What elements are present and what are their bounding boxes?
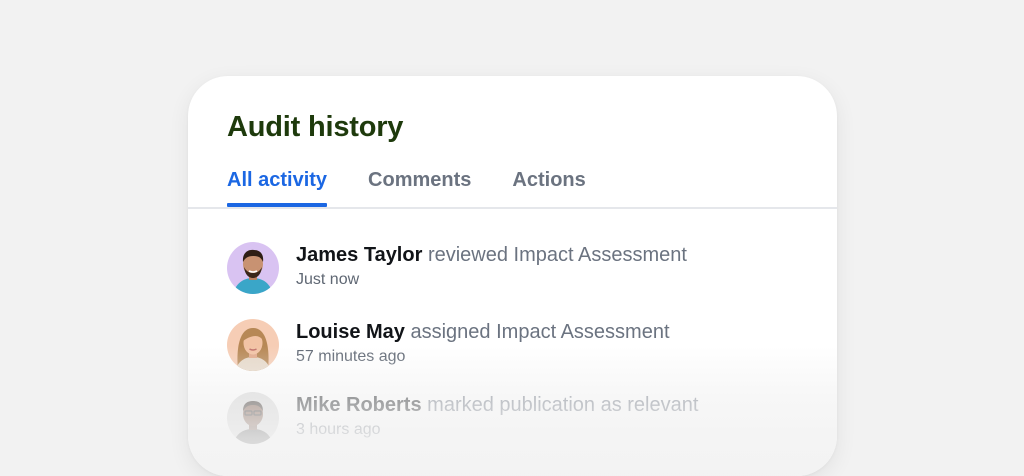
tab-all-activity[interactable]: All activity	[227, 166, 328, 208]
activity-action: reviewed Impact Assessment	[427, 244, 687, 266]
activity-text: Mike Roberts marked publication as relev…	[296, 392, 698, 441]
avatar[interactable]	[227, 242, 279, 294]
activity-text: James Taylor reviewed Impact Assessment …	[296, 242, 687, 291]
actor-name[interactable]: Louise May	[296, 321, 405, 343]
activity-timestamp: Just now	[296, 271, 360, 288]
activity-item: Mike Roberts marked publication as relev…	[227, 392, 827, 446]
activity-timestamp: 57 minutes ago	[296, 348, 406, 365]
activity-action: marked publication as relevant	[427, 394, 699, 416]
actor-name[interactable]: James Taylor	[296, 244, 422, 266]
avatar[interactable]	[227, 392, 279, 444]
activity-timestamp: 3 hours ago	[296, 421, 381, 438]
activity-item: James Taylor reviewed Impact Assessment …	[227, 242, 827, 296]
activity-action: assigned Impact Assessment	[410, 321, 670, 343]
audit-history-card: Audit history All activity Comments Acti…	[188, 76, 837, 476]
avatar-louise-may-icon	[227, 319, 279, 371]
activity-item: Louise May assigned Impact Assessment 57…	[227, 319, 827, 373]
avatar-mike-roberts-icon	[227, 392, 279, 444]
avatar[interactable]	[227, 319, 279, 371]
tab-comments[interactable]: Comments	[368, 166, 471, 208]
tab-bar: All activity Comments Actions	[227, 166, 627, 208]
activity-text: Louise May assigned Impact Assessment 57…	[296, 319, 670, 368]
avatar-james-taylor-icon	[227, 242, 279, 294]
tab-divider	[188, 207, 837, 209]
card-title: Audit history	[227, 111, 404, 143]
tab-actions[interactable]: Actions	[512, 166, 585, 208]
actor-name[interactable]: Mike Roberts	[296, 394, 422, 416]
